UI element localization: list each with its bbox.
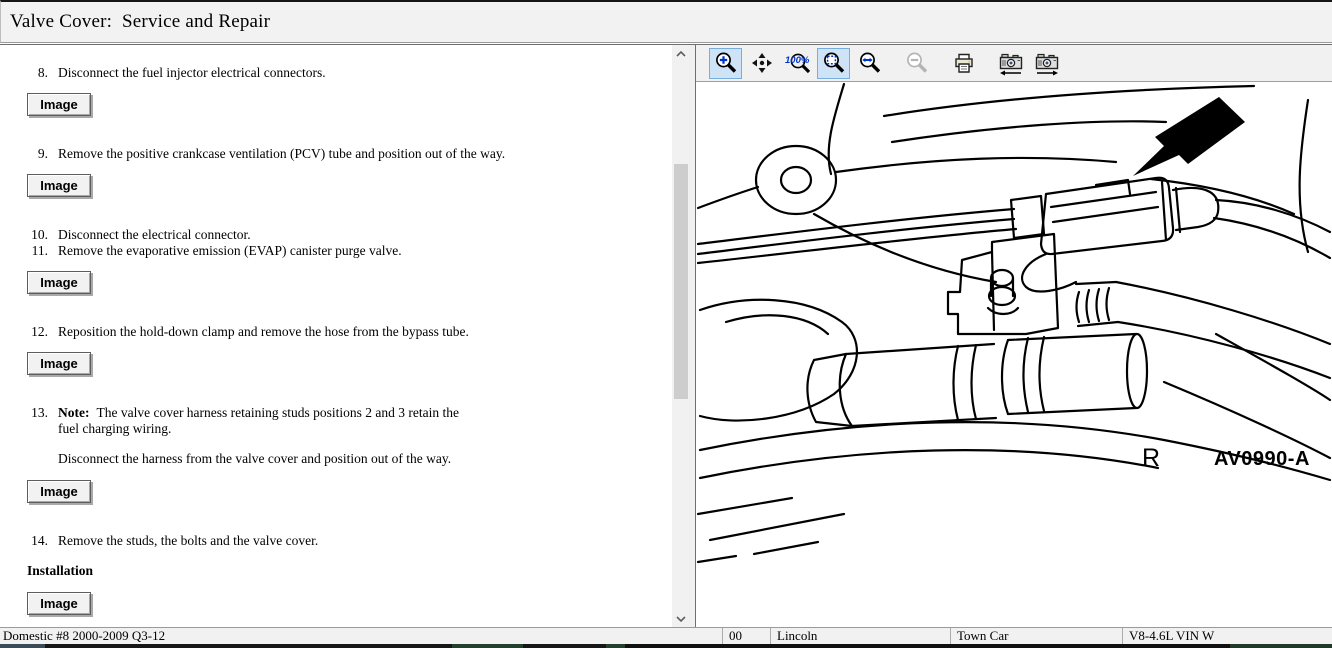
prev-image-camera-icon bbox=[998, 50, 1024, 76]
diagram-ref-letter: R bbox=[1142, 444, 1160, 472]
zoom-out-icon bbox=[905, 51, 929, 75]
step-number: 11. bbox=[0, 243, 48, 259]
scroll-down-arrow-icon[interactable] bbox=[672, 610, 690, 628]
step-10: 10. Disconnect the electrical connector. bbox=[0, 227, 672, 243]
installation-heading: Installation bbox=[27, 563, 672, 579]
doc-scrollbar[interactable] bbox=[672, 45, 690, 628]
note-text: The valve cover harness retaining studs … bbox=[58, 405, 459, 436]
diagram-figure-label: AV0990-A bbox=[1214, 448, 1310, 470]
diagram-viewport[interactable]: R AV0990-A bbox=[696, 82, 1332, 628]
zoom-100-icon: 100% bbox=[785, 51, 811, 75]
step-11: 11. Remove the evaporative emission (EVA… bbox=[0, 243, 672, 259]
step-number: 13. bbox=[0, 405, 48, 437]
image-button-4[interactable]: Image bbox=[27, 352, 91, 375]
step-number: 8. bbox=[0, 65, 48, 81]
procedure-panel: 8. Disconnect the fuel injector electric… bbox=[0, 45, 672, 628]
image-button-6[interactable]: Image bbox=[27, 592, 91, 615]
status-cell-model: Town Car bbox=[951, 628, 1123, 644]
step-number: 14. bbox=[0, 533, 48, 549]
step-text: Disconnect the electrical connector. bbox=[58, 227, 251, 243]
step-number: 10. bbox=[0, 227, 48, 243]
app-window: Valve Cover: Service and Repair 8. Disco… bbox=[0, 0, 1332, 648]
zoom-out-button[interactable] bbox=[900, 48, 933, 79]
zoom-100-button[interactable]: 100% bbox=[781, 48, 814, 79]
image-viewer-panel: 100% bbox=[696, 45, 1332, 628]
step-text: Remove the studs, the bolts and the valv… bbox=[58, 533, 318, 549]
next-image-camera-icon bbox=[1034, 50, 1060, 76]
content-area: 8. Disconnect the fuel injector electric… bbox=[0, 44, 1332, 628]
step-9: 9. Remove the positive crankcase ventila… bbox=[0, 146, 672, 162]
step-text: Disconnect the fuel injector electrical … bbox=[58, 65, 326, 81]
zoom-width-icon bbox=[858, 51, 882, 75]
step-number: 12. bbox=[0, 324, 48, 340]
next-image-button[interactable] bbox=[1030, 48, 1063, 79]
step-text: Remove the evaporative emission (EVAP) c… bbox=[58, 243, 402, 259]
status-cell-catalog: Domestic #8 2000-2009 Q3-12 bbox=[0, 628, 723, 644]
pan-button[interactable] bbox=[745, 48, 778, 79]
page-title: Valve Cover: Service and Repair bbox=[1, 11, 270, 33]
svg-text:100%: 100% bbox=[785, 55, 810, 66]
image-button-1[interactable]: Image bbox=[27, 93, 91, 116]
status-bar: Domestic #8 2000-2009 Q3-12 00 Lincoln T… bbox=[0, 627, 1332, 644]
status-cell-engine: V8-4.6L VIN W bbox=[1123, 628, 1332, 644]
step-text: Reposition the hold-down clamp and remov… bbox=[58, 324, 469, 340]
step-number: 9. bbox=[0, 146, 48, 162]
zoom-in-icon bbox=[714, 51, 738, 75]
pan-icon bbox=[750, 51, 774, 75]
step-14: 14. Remove the studs, the bolts and the … bbox=[0, 533, 672, 549]
step-text: Note:The valve cover harness retaining s… bbox=[58, 405, 478, 437]
prev-image-button[interactable] bbox=[994, 48, 1027, 79]
step-text: Remove the positive crankcase ventilatio… bbox=[58, 146, 505, 162]
step-13-paragraph: Disconnect the harness from the valve co… bbox=[58, 451, 618, 467]
zoom-fit-icon bbox=[822, 51, 846, 75]
image-button-5[interactable]: Image bbox=[27, 480, 91, 503]
viewer-toolbar: 100% bbox=[696, 45, 1332, 82]
image-button-2[interactable]: Image bbox=[27, 174, 91, 197]
scrollbar-thumb[interactable] bbox=[674, 164, 688, 399]
step-8: 8. Disconnect the fuel injector electric… bbox=[0, 65, 672, 81]
print-button[interactable] bbox=[947, 48, 980, 79]
scroll-up-arrow-icon[interactable] bbox=[672, 45, 690, 63]
print-icon bbox=[952, 51, 976, 75]
note-label: Note: bbox=[58, 405, 96, 420]
status-cell-code: 00 bbox=[723, 628, 771, 644]
engine-diagram: R AV0990-A bbox=[696, 82, 1332, 628]
step-12: 12. Reposition the hold-down clamp and r… bbox=[0, 324, 672, 340]
zoom-in-button[interactable] bbox=[709, 48, 742, 79]
step-13: 13. Note:The valve cover harness retaini… bbox=[0, 405, 672, 437]
status-cell-make: Lincoln bbox=[771, 628, 951, 644]
title-bar: Valve Cover: Service and Repair bbox=[0, 0, 1332, 43]
zoom-fit-button[interactable] bbox=[817, 48, 850, 79]
zoom-width-button[interactable] bbox=[853, 48, 886, 79]
taskbar-edge bbox=[0, 644, 1332, 648]
image-button-3[interactable]: Image bbox=[27, 271, 91, 294]
step-group-10-11: 10. Disconnect the electrical connector.… bbox=[0, 227, 672, 259]
